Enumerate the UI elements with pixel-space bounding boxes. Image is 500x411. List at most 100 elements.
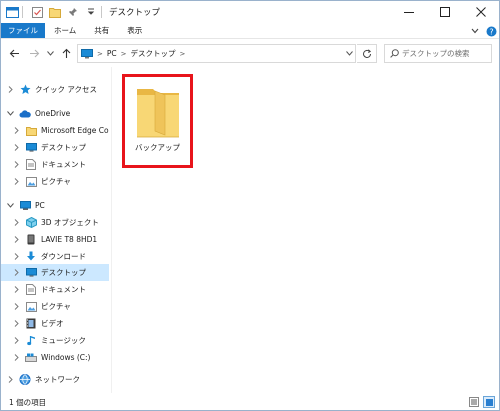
- new-folder-quick-icon[interactable]: [48, 5, 62, 19]
- nav-item-label: ドキュメント: [41, 160, 86, 169]
- explorer-app-icon[interactable]: [5, 5, 19, 19]
- folder-icon: [25, 125, 37, 137]
- breadcrumb-separator-icon: >: [179, 49, 186, 58]
- drive-icon: [25, 352, 37, 364]
- chevron-right-icon[interactable]: [11, 269, 21, 276]
- title-separator: [22, 6, 23, 18]
- pane-divider[interactable]: [111, 67, 112, 393]
- nav-item-3d-objects[interactable]: 3D オブジェクト: [1, 214, 109, 231]
- nav-item-label: Windows (C:): [41, 353, 91, 362]
- title-bar[interactable]: デスクトップ: [1, 1, 499, 23]
- chevron-right-icon[interactable]: [11, 127, 21, 134]
- nav-item-onedrive-documents[interactable]: ドキュメント: [1, 156, 109, 173]
- nav-item-documents[interactable]: ドキュメント: [1, 281, 109, 298]
- details-view-icon[interactable]: [468, 396, 480, 408]
- nav-item-label: クイック アクセス: [35, 85, 98, 94]
- quick-access-dropdown-icon[interactable]: [84, 5, 98, 19]
- star-icon: [19, 84, 31, 96]
- nav-item-downloads[interactable]: ダウンロード: [1, 248, 109, 265]
- chevron-right-icon[interactable]: [11, 253, 21, 260]
- folder-icon: [137, 89, 179, 138]
- window-controls: [391, 1, 499, 23]
- video-icon: [25, 318, 37, 330]
- download-icon: [25, 251, 37, 263]
- ribbon-tabs: ファイル ホーム 共有 表示 ?: [1, 23, 499, 39]
- nav-item-pc[interactable]: PC: [1, 197, 109, 214]
- close-button[interactable]: [463, 1, 499, 23]
- help-icon[interactable]: ?: [483, 23, 499, 39]
- up-button[interactable]: [59, 43, 73, 63]
- nav-item-desktop[interactable]: デスクトップ: [1, 264, 109, 281]
- tab-home[interactable]: ホーム: [45, 23, 85, 38]
- music-icon: [25, 335, 37, 347]
- chevron-right-icon[interactable]: [11, 219, 21, 226]
- chevron-down-icon[interactable]: [5, 203, 15, 208]
- nav-item-label: ネットワーク: [35, 375, 80, 384]
- desktop-icon: [81, 48, 93, 59]
- nav-item-network[interactable]: ネットワーク: [1, 371, 109, 388]
- chevron-right-icon[interactable]: [11, 286, 21, 293]
- ribbon-right-controls: ?: [467, 23, 499, 39]
- address-dropdown-icon[interactable]: [343, 45, 355, 62]
- nav-item-label: ミュージック: [41, 336, 86, 345]
- search-input[interactable]: デスクトップの検索: [402, 48, 470, 59]
- nav-item-pictures[interactable]: ピクチャ: [1, 298, 109, 315]
- chevron-right-icon[interactable]: [5, 376, 15, 383]
- cube-icon: [25, 217, 37, 229]
- address-bar[interactable]: > PC > デスクトップ >: [77, 44, 356, 63]
- chevron-right-icon[interactable]: [11, 161, 21, 168]
- nav-item-label: ピクチャ: [41, 177, 71, 186]
- document-icon: [25, 159, 37, 171]
- nav-item-windows-c[interactable]: Windows (C:): [1, 349, 109, 366]
- nav-item-onedrive-desktop[interactable]: デスクトップ: [1, 139, 109, 156]
- recent-locations-dropdown-icon[interactable]: [43, 43, 57, 63]
- nav-item-label: ダウンロード: [41, 252, 86, 261]
- folder-item-backup[interactable]: バックアップ: [122, 74, 193, 168]
- back-button[interactable]: [7, 43, 21, 63]
- nav-item-onedrive[interactable]: OneDrive: [1, 105, 109, 122]
- breadcrumb-desktop[interactable]: デスクトップ: [131, 48, 176, 59]
- chevron-right-icon[interactable]: [11, 320, 21, 327]
- window-title: デスクトップ: [109, 8, 161, 18]
- pc-icon: [19, 200, 31, 212]
- breadcrumb-separator-icon: >: [120, 49, 127, 58]
- chevron-right-icon[interactable]: [11, 354, 21, 361]
- properties-icon[interactable]: [30, 5, 44, 19]
- chevron-right-icon[interactable]: [11, 303, 21, 310]
- chevron-down-icon[interactable]: [5, 111, 15, 116]
- nav-item-label: デスクトップ: [41, 143, 86, 152]
- search-box[interactable]: デスクトップの検索: [384, 44, 492, 63]
- svg-text:?: ?: [489, 27, 493, 36]
- tab-file[interactable]: ファイル: [1, 23, 45, 38]
- nav-item-onedrive-pictures[interactable]: ピクチャ: [1, 173, 109, 190]
- tab-share[interactable]: 共有: [85, 23, 118, 38]
- nav-item-microsoft-edge[interactable]: Microsoft Edge Co: [1, 122, 109, 139]
- breadcrumb-pc[interactable]: PC: [107, 49, 117, 58]
- nav-item-label: ピクチャ: [41, 302, 71, 311]
- nav-item-lavie-t8[interactable]: LAVIE T8 8HD1: [1, 231, 109, 248]
- minimize-button[interactable]: [391, 1, 427, 23]
- navigation-pane: クイック アクセス OneDrive Microsoft Edge Co デスク…: [1, 73, 109, 393]
- tab-view[interactable]: 表示: [118, 23, 151, 38]
- nav-item-quick-access[interactable]: クイック アクセス: [1, 81, 109, 98]
- pin-icon[interactable]: [66, 5, 80, 19]
- nav-item-videos[interactable]: ビデオ: [1, 315, 109, 332]
- forward-button[interactable]: [27, 43, 41, 63]
- chevron-right-icon[interactable]: [11, 178, 21, 185]
- maximize-button[interactable]: [427, 1, 463, 23]
- chevron-right-icon[interactable]: [11, 337, 21, 344]
- nav-item-music[interactable]: ミュージック: [1, 332, 109, 349]
- refresh-button[interactable]: [357, 44, 377, 63]
- nav-item-label: PC: [35, 201, 45, 210]
- picture-icon: [25, 176, 37, 188]
- chevron-right-icon[interactable]: [5, 86, 15, 93]
- folder-label: バックアップ: [135, 143, 180, 152]
- large-icons-view-icon[interactable]: [483, 396, 495, 408]
- cloud-icon: [19, 108, 31, 120]
- explorer-window: デスクトップ ファイル ホーム 共有 表示 ? > PC > デスクトップ > …: [0, 0, 500, 411]
- chevron-right-icon[interactable]: [11, 236, 21, 243]
- nav-item-label: デスクトップ: [41, 268, 86, 277]
- expand-ribbon-chevron-icon[interactable]: [467, 23, 483, 39]
- chevron-right-icon[interactable]: [11, 144, 21, 151]
- nav-item-label: ビデオ: [41, 319, 64, 328]
